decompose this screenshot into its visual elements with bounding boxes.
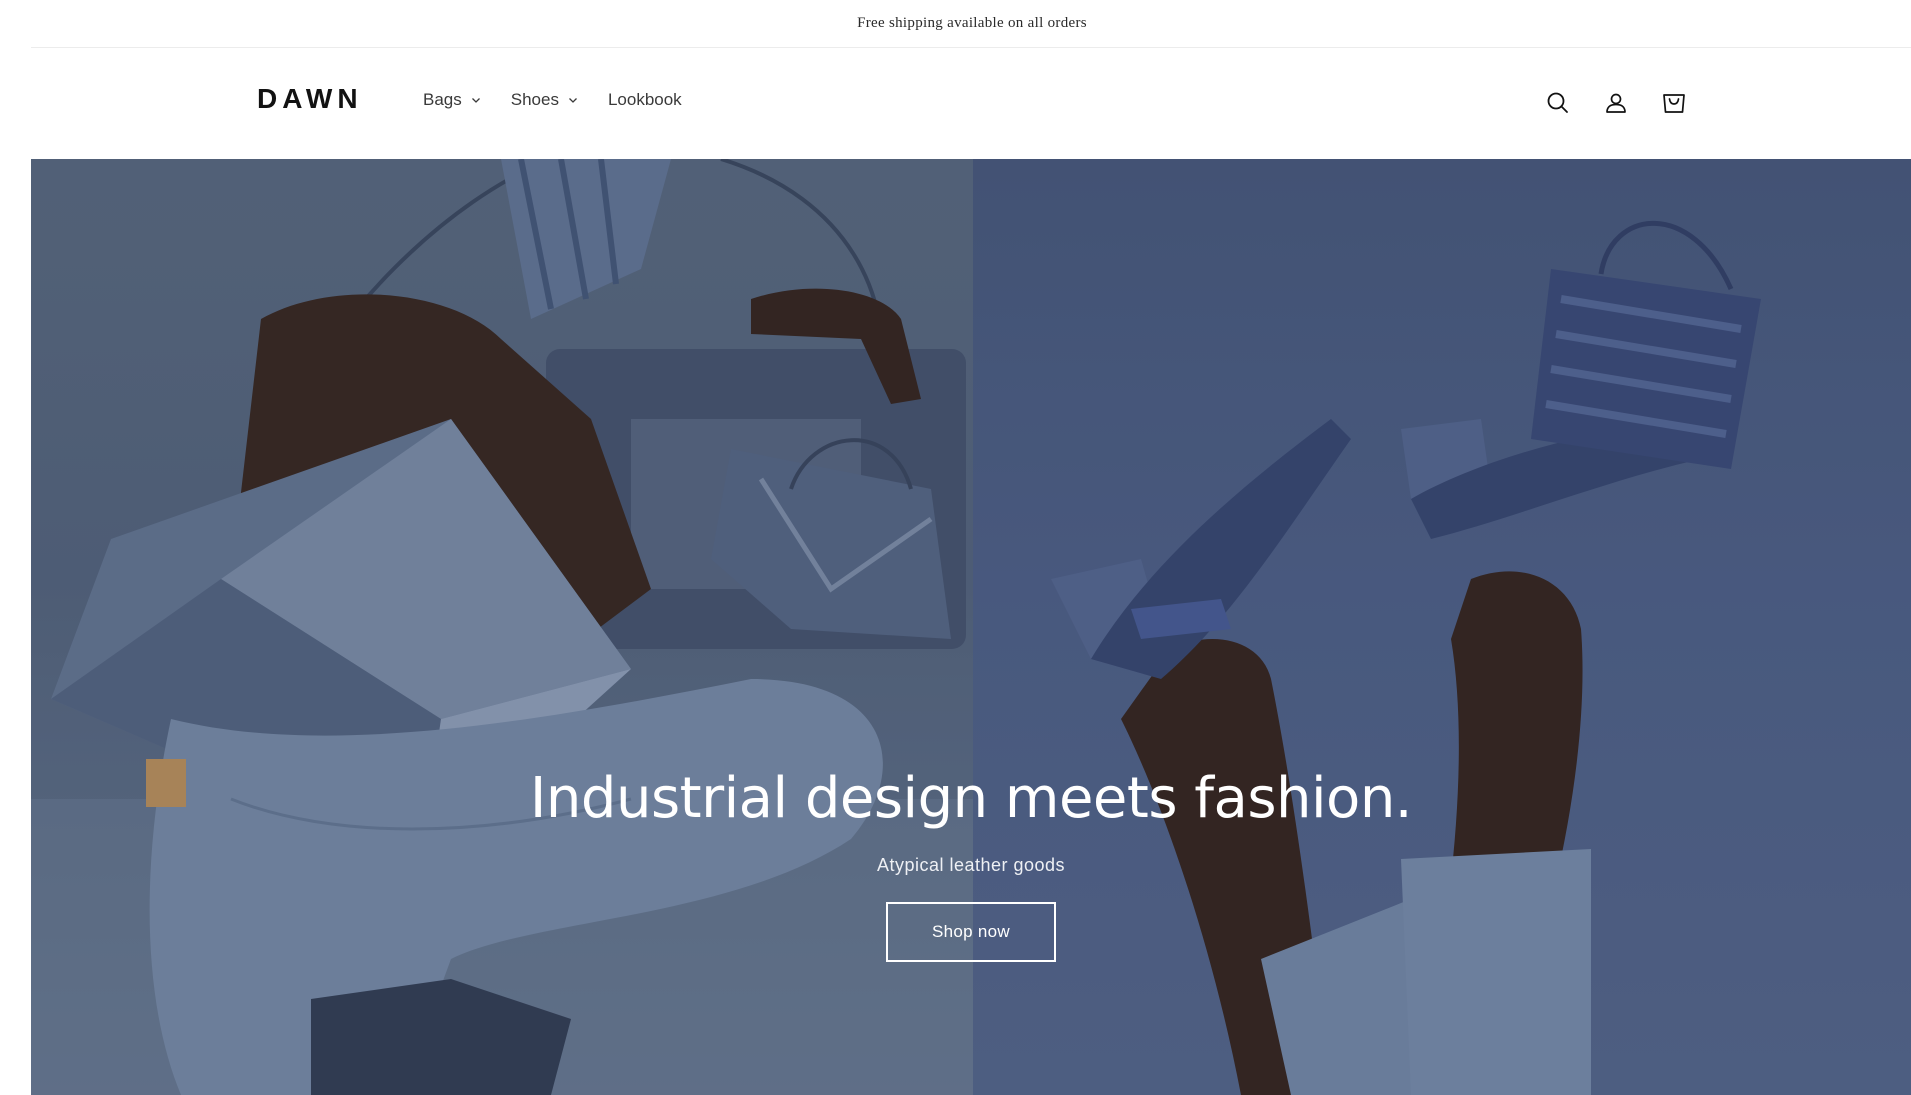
- nav-item-label: Bags: [423, 90, 462, 109]
- hero-title: Industrial design meets fashion.: [529, 766, 1413, 831]
- account-icon: [1606, 93, 1626, 113]
- nav-item-bags[interactable]: Bags: [423, 90, 481, 110]
- shop-now-button[interactable]: Shop now: [886, 902, 1056, 962]
- chevron-down-icon: [471, 98, 480, 103]
- search-icon: [1547, 92, 1568, 113]
- hero-banner: Industrial design meets fashion. Atypica…: [31, 159, 1911, 1095]
- chevron-down-icon: [568, 98, 577, 103]
- account-button[interactable]: [1601, 88, 1631, 118]
- hero-subtitle: Atypical leather goods: [876, 855, 1066, 875]
- cart-icon: [1663, 94, 1685, 113]
- search-button[interactable]: [1543, 88, 1573, 118]
- announcement-text: Free shipping available on all orders: [857, 15, 1087, 31]
- store-logo[interactable]: DAWN: [257, 82, 363, 116]
- cart-button[interactable]: [1659, 88, 1689, 118]
- hero-content: Industrial design meets fashion. Atypica…: [31, 764, 1911, 962]
- main-nav: Bags Shoes Lookbook: [423, 90, 712, 110]
- nav-item-label: Shoes: [510, 90, 559, 109]
- nav-item-shoes[interactable]: Shoes: [511, 90, 578, 110]
- announcement-bar: Free shipping available on all orders: [31, 0, 1911, 48]
- site-header: DAWN Bags Shoes Lookbook: [31, 48, 1911, 159]
- nav-item-lookbook[interactable]: Lookbook: [608, 90, 682, 110]
- storefront-page: Free shipping available on all orders DA…: [0, 0, 1911, 1095]
- nav-item-label: Lookbook: [607, 90, 682, 109]
- header-icons: [1543, 88, 1717, 118]
